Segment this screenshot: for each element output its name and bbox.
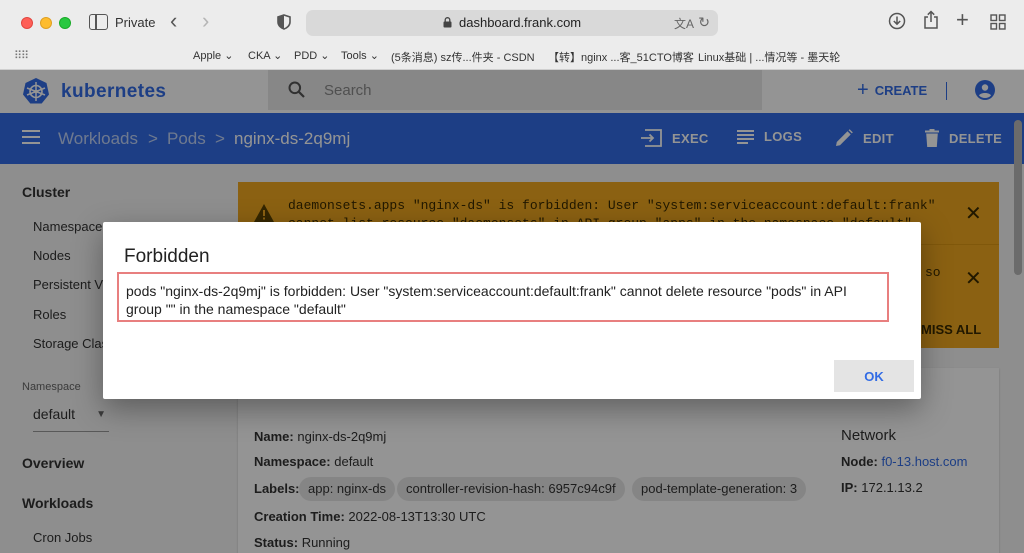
new-tab-icon[interactable]: + — [956, 9, 969, 31]
bookmark-pdd[interactable]: PDD ⌄ — [294, 49, 330, 62]
forbidden-dialog: Forbidden pods "nginx-ds-2q9mj" is forbi… — [103, 222, 921, 399]
download-icon[interactable] — [888, 12, 906, 30]
favorites-grid-icon[interactable]: ⠿⠿ — [14, 49, 29, 62]
url-text: dashboard.frank.com — [459, 15, 582, 30]
reload-icon[interactable]: ↻ — [698, 14, 710, 31]
browser-toolbar: Private ‹ › dashboard.frank.com 文A ↻ + ⠿… — [0, 0, 1024, 70]
private-label: Private — [115, 15, 156, 30]
screen: Private ‹ › dashboard.frank.com 文A ↻ + ⠿… — [0, 0, 1024, 553]
address-bar[interactable]: dashboard.frank.com 文A ↻ — [306, 10, 718, 36]
bookmark-modb[interactable]: Linux基础 | ...情况等 - 墨天轮 — [698, 49, 840, 65]
sidebar-toggle-icon[interactable] — [89, 14, 108, 30]
bookmark-csdn[interactable]: (5条消息) sz传...件夹 - CSDN — [391, 49, 535, 65]
close-window-button[interactable] — [21, 17, 33, 29]
minimize-window-button[interactable] — [40, 17, 52, 29]
share-icon[interactable] — [923, 10, 939, 30]
bookmark-cka[interactable]: CKA ⌄ — [248, 49, 282, 62]
zoom-window-button[interactable] — [59, 17, 71, 29]
bookmark-51cto[interactable]: 【转】nginx ...客_51CTO博客 — [548, 49, 694, 65]
ok-button[interactable]: OK — [834, 360, 914, 392]
privacy-shield-icon[interactable] — [277, 14, 291, 30]
forward-arrow-icon[interactable]: › — [202, 10, 209, 32]
lock-icon — [443, 17, 452, 28]
bookmark-tools[interactable]: Tools ⌄ — [341, 49, 379, 62]
bookmark-apple[interactable]: Apple ⌄ — [193, 49, 233, 62]
dialog-error-message: pods "nginx-ds-2q9mj" is forbidden: User… — [117, 272, 889, 322]
back-arrow-icon[interactable]: ‹ — [170, 10, 177, 32]
tab-overview-icon[interactable] — [990, 14, 1006, 30]
translate-icon[interactable]: 文A — [674, 15, 694, 32]
dialog-title: Forbidden — [124, 246, 210, 267]
